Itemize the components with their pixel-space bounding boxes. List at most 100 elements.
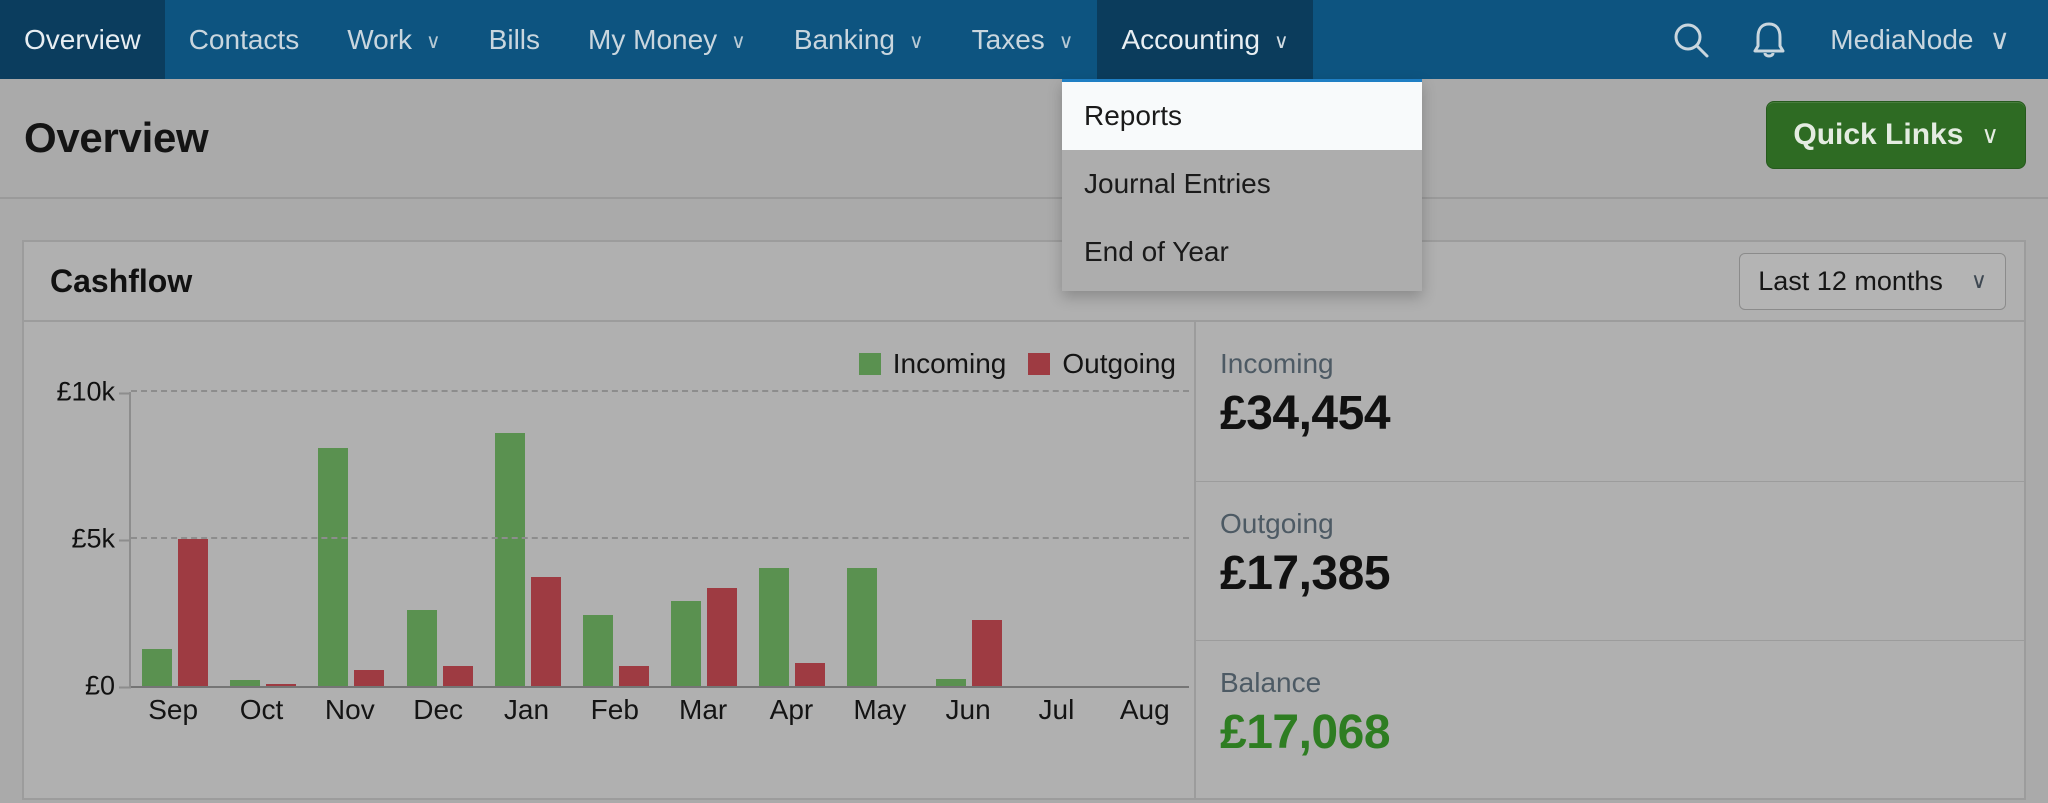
nav-item-label: Work [347,23,413,55]
stat-value: £34,454 [1220,387,1391,440]
stat-incoming: Incoming £34,454 [1196,322,2024,482]
chart-month-group [131,392,219,686]
chart-gridline: £5k [71,524,1189,554]
chart-month-group [836,392,924,686]
user-menu-label: MediaNode [1830,23,1974,55]
chart-bar-outgoing[interactable] [266,683,297,686]
stat-balance: Balance £17,068 [1196,641,2024,800]
chart-legend: Incoming Outgoing [858,348,1176,380]
dropdown-item-end-of-year[interactable]: End of Year [1062,218,1422,286]
chart-bar-incoming[interactable] [230,680,261,686]
chart-plot-area: £0 £5k £10k [56,377,1189,701]
chart-x-tick-label: Jun [945,694,991,725]
cashflow-summary-panel: Incoming £34,454 Outgoing £17,385 Balance £17… [1194,322,2024,800]
nav-item-label: Contacts [188,23,300,55]
chart-x-tick-label: Apr [769,694,814,725]
chart-bar-incoming[interactable] [582,615,613,686]
stat-outgoing: Outgoing £17,385 [1196,482,2024,642]
legend-swatch-icon [1028,353,1051,375]
chart-x-tick-label: Oct [239,694,284,725]
chart-x-tick-label: Aug [1119,694,1170,725]
chart-bars [131,392,1189,686]
legend-entry-incoming[interactable]: Incoming [858,348,1007,380]
chart-x-tick-label: Jan [503,694,550,725]
nav-item-accounting[interactable]: Accounting ∨ [1097,0,1313,79]
nav-item-taxes[interactable]: Taxes ∨ [948,0,1098,79]
chart-bar-incoming[interactable] [847,568,878,686]
chart-month-group [307,392,395,686]
chart-month-group [1101,392,1189,686]
chart-bar-incoming[interactable] [671,600,702,686]
nav-item-overview[interactable]: Overview [0,0,165,79]
chart-month-group [1013,392,1101,686]
cashflow-card-body: Incoming Outgoing £0 £5k £10k Sep Oct Nov Dec J… [24,322,2024,800]
chart-x-tick-label: Sep [148,694,199,725]
chart-month-group [925,392,1013,686]
nav-item-label: Accounting [1121,23,1260,55]
cashflow-title: Cashflow [50,262,193,299]
nav-item-label: My Money [588,23,718,55]
nav-item-bills[interactable]: Bills [465,0,564,79]
chart-bar-outgoing[interactable] [795,663,826,686]
chart-bar-incoming[interactable] [142,649,173,686]
chevron-down-icon: ∨ [1970,268,1987,293]
chart-bar-outgoing[interactable] [354,670,385,686]
legend-label: Incoming [892,348,1007,379]
stat-label: Outgoing [1220,507,1334,539]
chart-bar-outgoing[interactable] [707,587,738,686]
legend-entry-outgoing[interactable]: Outgoing [1028,348,1176,380]
date-range-select[interactable]: Last 12 months ∨ [1739,252,2006,310]
dropdown-item-journal-entries[interactable]: Journal Entries [1062,150,1422,218]
chart-bar-outgoing[interactable] [618,666,649,686]
chart-x-tick-label: Jul [1038,694,1075,725]
quick-links-label: Quick Links [1793,118,1964,151]
chart-x-tick-label: Nov [324,694,375,725]
nav-item-contacts[interactable]: Contacts [165,0,324,79]
chart-bar-outgoing[interactable] [442,666,473,686]
chart-bar-outgoing[interactable] [178,539,209,686]
chart-month-group [572,392,660,686]
stat-label: Incoming [1220,348,1334,379]
search-icon[interactable] [1652,0,1730,79]
nav-item-banking[interactable]: Banking ∨ [770,0,948,79]
chevron-down-icon: ∨ [731,31,746,53]
chart-x-tick-label: Dec [413,694,464,725]
chart-y-tick-label: £0 [85,671,132,702]
nav-item-work[interactable]: Work ∨ [323,0,464,79]
nav-item-label: Bills [488,23,541,55]
top-navigation-bar: Overview Contacts Work ∨ Bills My Money ∨ Banki… [0,0,2048,79]
bell-icon[interactable] [1730,0,1808,79]
chart-bar-incoming[interactable] [318,447,349,686]
chart-x-tick-label: May [853,694,907,725]
chart-bar-incoming[interactable] [494,433,525,686]
chevron-down-icon: ∨ [1273,31,1289,53]
chevron-down-icon: ∨ [426,31,441,53]
chart-bar-outgoing[interactable] [530,577,561,686]
dropdown-item-reports[interactable]: Reports [1062,82,1422,151]
chart-y-tick-label: £5k [71,524,131,555]
nav-item-label: Taxes [971,23,1045,55]
chart-bar-outgoing[interactable] [971,619,1002,686]
chart-bar-incoming[interactable] [406,609,437,686]
quick-links-button[interactable]: Quick Links ∨ [1766,101,2026,169]
cashflow-chart: Incoming Outgoing £0 £5k £10k Sep Oct Nov Dec J… [24,322,1194,800]
nav-item-label: Banking [793,23,895,55]
user-menu[interactable]: MediaNode ∨ [1808,23,2030,56]
chart-month-group [748,392,836,686]
stat-value: £17,385 [1220,546,1391,600]
nav-item-label: Overview [24,23,141,55]
date-range-value: Last 12 months [1758,265,1943,296]
cashflow-card-header: Cashflow Last 12 months ∨ [24,242,2024,322]
chevron-down-icon: ∨ [1058,31,1074,53]
chart-x-axis-labels: Sep Oct Nov Dec Jan Feb Mar Apr May Jun Jul Aug [129,694,1189,726]
chevron-down-icon: ∨ [1989,24,2011,55]
chart-bar-incoming[interactable] [759,568,790,686]
chart-month-group [219,392,307,686]
chart-gridline: £10k [56,377,1189,407]
chart-bar-incoming[interactable] [935,678,966,686]
chart-x-tick-label: Mar [679,694,728,725]
cashflow-card: Cashflow Last 12 months ∨ Incoming Outgoi… [22,240,2026,800]
nav-item-my-money[interactable]: My Money ∨ [564,0,770,79]
chart-x-tick-label: Feb [590,694,639,725]
